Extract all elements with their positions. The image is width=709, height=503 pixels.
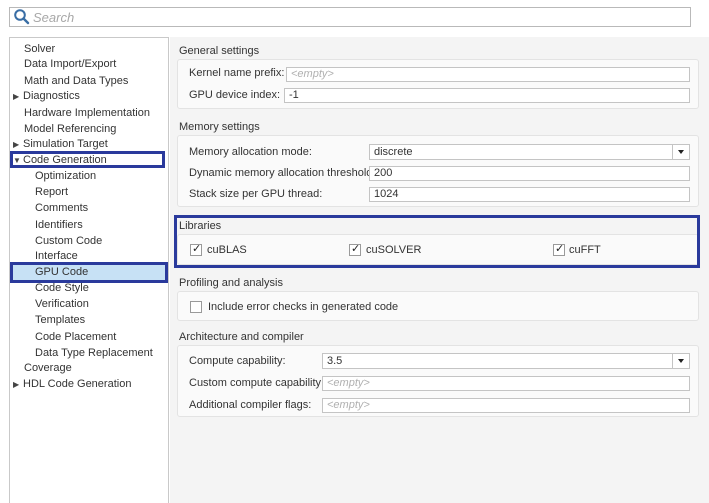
tree-item-code-placement[interactable]: Code Placement xyxy=(35,329,116,345)
tree-item-verification[interactable]: Verification xyxy=(35,296,89,312)
section-title-general: General settings xyxy=(179,45,260,57)
search-bar[interactable]: Search xyxy=(9,7,691,27)
tree-item-comments[interactable]: Comments xyxy=(35,200,88,216)
section-title-architecture: Architecture and compiler xyxy=(179,331,304,343)
memory-allocation-mode-label: Memory allocation mode: xyxy=(189,146,312,158)
tree-item-identifiers[interactable]: Identifiers xyxy=(35,217,83,233)
tree-item-custom-code[interactable]: Custom Code xyxy=(35,233,102,249)
memory-allocation-mode-dropdown[interactable]: discrete xyxy=(369,144,690,160)
custom-compute-capability-input[interactable]: <empty> xyxy=(322,376,690,391)
additional-compiler-flags-input[interactable]: <empty> xyxy=(322,398,690,413)
stack-size-label: Stack size per GPU thread: xyxy=(189,188,323,200)
gpu-device-index-input[interactable]: -1 xyxy=(284,88,690,103)
compute-capability-label: Compute capability: xyxy=(189,355,286,367)
dynamic-threshold-input[interactable]: 200 xyxy=(369,166,690,181)
memory-allocation-mode-value: discrete xyxy=(374,146,413,158)
chevron-down-icon[interactable] xyxy=(672,353,690,369)
tree-item-report[interactable]: Report xyxy=(35,184,68,200)
expand-arrow-icon[interactable]: ▶ xyxy=(13,89,23,105)
tree-item-model-referencing[interactable]: Model Referencing xyxy=(24,121,116,137)
error-checks-label: Include error checks in generated code xyxy=(208,301,399,313)
tree-item-data-import-export[interactable]: Data Import/Export xyxy=(24,56,116,72)
tree-item-solver[interactable]: Solver xyxy=(24,41,55,57)
additional-compiler-flags-label: Additional compiler flags: xyxy=(189,399,312,411)
tree-item-hdl-code-generation[interactable]: ▶ HDL Code Generation xyxy=(13,376,131,392)
gpu-device-index-label: GPU device index: xyxy=(189,89,281,101)
search-input[interactable]: Search xyxy=(33,10,74,25)
section-title-memory: Memory settings xyxy=(179,121,260,133)
tree-item-coverage[interactable]: Coverage xyxy=(24,360,72,376)
settings-pane: General settings Kernel name prefix: <em… xyxy=(170,37,709,503)
expand-arrow-icon[interactable]: ▶ xyxy=(13,377,23,393)
tree-item-simulation-target[interactable]: ▶ Simulation Target xyxy=(13,136,108,152)
error-checks-checkbox[interactable] xyxy=(190,301,202,313)
tree-item-templates[interactable]: Templates xyxy=(35,312,85,328)
settings-tree: Solver Data Import/Export Math and Data … xyxy=(9,37,169,503)
tree-item-optimization[interactable]: Optimization xyxy=(35,168,96,184)
tree-item-hardware-implementation[interactable]: Hardware Implementation xyxy=(24,105,150,121)
highlight-box-code-generation xyxy=(10,151,165,168)
search-icon xyxy=(13,8,31,26)
compute-capability-value: 3.5 xyxy=(327,355,343,367)
general-settings-panel: Kernel name prefix: <empty> GPU device i… xyxy=(177,59,699,109)
memory-settings-panel: Memory allocation mode: discrete Dynamic… xyxy=(177,135,699,207)
chevron-down-icon[interactable] xyxy=(672,144,690,160)
tree-item-data-type-replacement[interactable]: Data Type Replacement xyxy=(35,345,153,361)
highlight-box-libraries xyxy=(174,215,700,268)
highlight-box-gpu-code xyxy=(10,262,168,283)
architecture-panel: Compute capability: 3.5 Custom compute c… xyxy=(177,345,699,417)
tree-item-diagnostics[interactable]: ▶ Diagnostics xyxy=(13,88,80,104)
tree-item-math-and-data-types[interactable]: Math and Data Types xyxy=(24,73,128,89)
compute-capability-dropdown[interactable]: 3.5 xyxy=(322,353,690,369)
kernel-name-prefix-input[interactable]: <empty> xyxy=(286,67,690,82)
profiling-panel: Include error checks in generated code xyxy=(177,291,699,321)
dynamic-threshold-label: Dynamic memory allocation threshold: xyxy=(189,167,376,179)
kernel-name-prefix-label: Kernel name prefix: xyxy=(189,67,285,79)
custom-compute-capability-label: Custom compute capability: xyxy=(189,377,325,389)
stack-size-input[interactable]: 1024 xyxy=(369,187,690,202)
section-title-profiling: Profiling and analysis xyxy=(179,277,283,289)
